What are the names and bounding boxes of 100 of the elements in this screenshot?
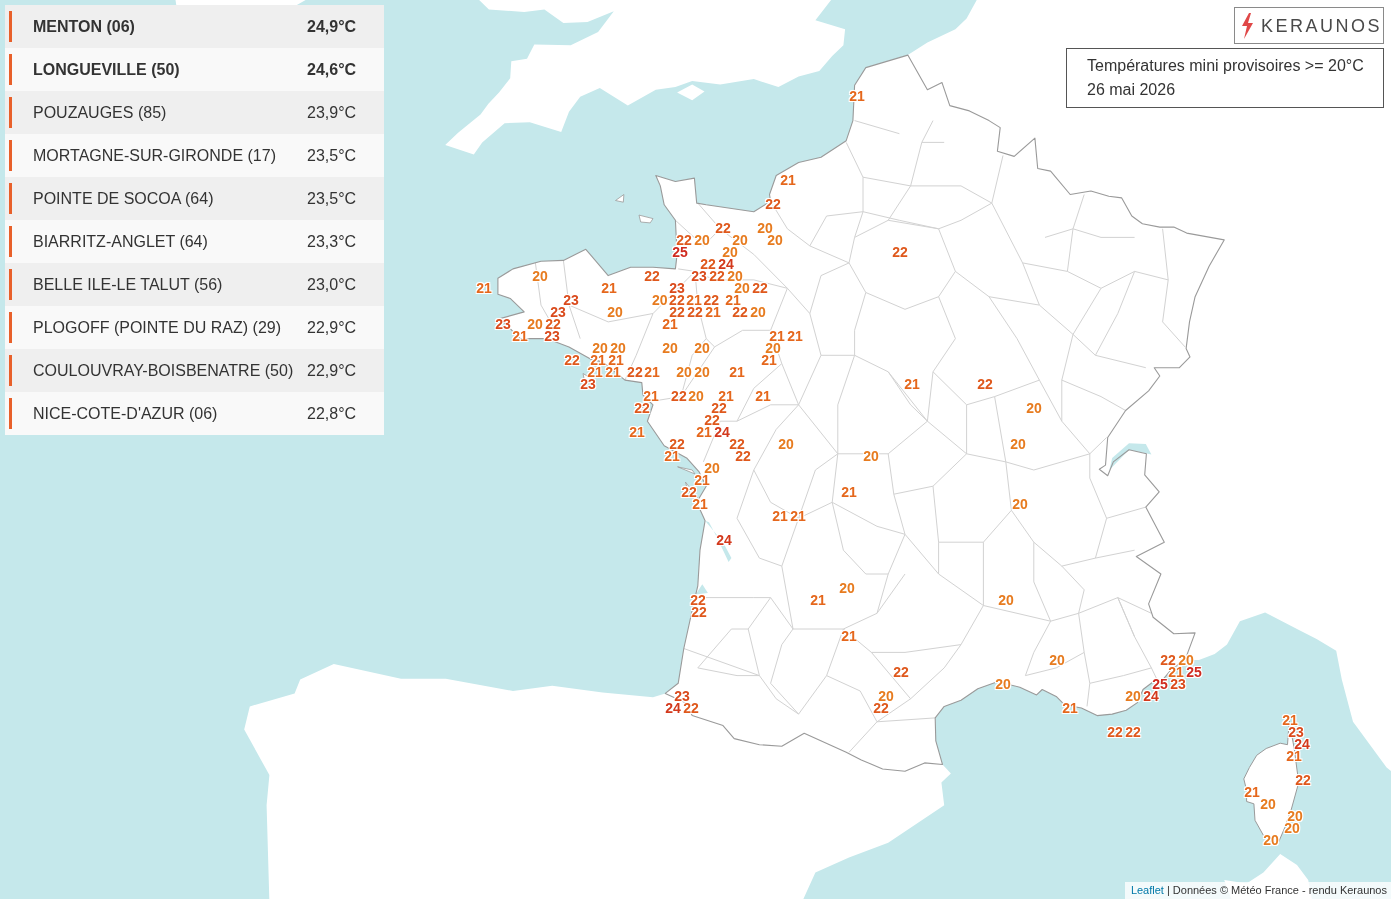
temperature-label: 21 bbox=[696, 426, 712, 438]
temperature-label: 20 bbox=[722, 246, 738, 258]
temperature-label: 20 bbox=[839, 582, 855, 594]
station-temperature: 23,5°C bbox=[307, 145, 357, 166]
temperature-label: 21 bbox=[718, 390, 734, 402]
temperature-label: 21 bbox=[1282, 714, 1298, 726]
temperature-label: 21 bbox=[692, 498, 708, 510]
temperature-label: 22 bbox=[564, 354, 580, 366]
station-name: MORTAGNE-SUR-GIRONDE (17) bbox=[33, 145, 277, 166]
station-temperature: 22,8°C bbox=[307, 403, 357, 424]
legend-title: Températures mini provisoires >= 20°C bbox=[1087, 56, 1364, 76]
station-temperature: 23,3°C bbox=[307, 231, 357, 252]
temperature-label: 20 bbox=[878, 690, 894, 702]
temperature-label: 22 bbox=[977, 378, 993, 390]
station-temperature: 23,5°C bbox=[307, 188, 357, 209]
temperature-label: 22 bbox=[703, 294, 719, 306]
station-name: NICE-COTE-D'AZUR (06) bbox=[33, 403, 219, 424]
temperature-label: 24 bbox=[718, 258, 734, 270]
temperature-label: 22 bbox=[700, 258, 716, 270]
temperature-label: 20 bbox=[732, 234, 748, 246]
temperature-label: 21 bbox=[787, 330, 803, 342]
accent-bar-icon bbox=[9, 54, 12, 85]
temperature-label: 21 bbox=[694, 474, 710, 486]
temperature-label: 20 bbox=[1010, 438, 1026, 450]
temperature-label: 21 bbox=[629, 426, 645, 438]
temperature-label: 22 bbox=[715, 222, 731, 234]
accent-bar-icon bbox=[9, 97, 12, 128]
temperature-label: 21 bbox=[772, 510, 788, 522]
temperature-label: 22 bbox=[893, 666, 909, 678]
temperature-label: 20 bbox=[778, 438, 794, 450]
temperature-label: 20 bbox=[527, 318, 543, 330]
temperature-label: 21 bbox=[1062, 702, 1078, 714]
accent-bar-icon bbox=[9, 355, 12, 386]
station-temperature: 22,9°C bbox=[307, 317, 357, 338]
temperature-label: 20 bbox=[676, 366, 692, 378]
temperature-label: 22 bbox=[687, 306, 703, 318]
temperature-label: 21 bbox=[705, 306, 721, 318]
accent-bar-icon bbox=[9, 11, 12, 42]
temperature-label: 20 bbox=[694, 366, 710, 378]
temperature-label: 21 bbox=[841, 630, 857, 642]
temperature-label: 22 bbox=[669, 306, 685, 318]
temperature-label: 20 bbox=[1125, 690, 1141, 702]
temperature-label: 20 bbox=[694, 234, 710, 246]
accent-bar-icon bbox=[9, 226, 12, 257]
temperature-label: 20 bbox=[694, 342, 710, 354]
temperature-label: 22 bbox=[729, 438, 745, 450]
temperature-label: 22 bbox=[644, 270, 660, 282]
temperature-label: 22 bbox=[669, 438, 685, 450]
station-name: POINTE DE SOCOA (64) bbox=[33, 188, 215, 209]
temperature-label: 21 bbox=[841, 486, 857, 498]
station-temperature: 24,6°C bbox=[307, 59, 357, 80]
temperature-label: 22 bbox=[671, 390, 687, 402]
temperature-label: 20 bbox=[1026, 402, 1042, 414]
temperature-label: 20 bbox=[1012, 498, 1028, 510]
temperature-label: 22 bbox=[1107, 726, 1123, 738]
temperature-label: 21 bbox=[904, 378, 920, 390]
station-name: POUZAUGES (85) bbox=[33, 102, 168, 123]
temperature-label: 22 bbox=[683, 702, 699, 714]
leaflet-link[interactable]: Leaflet bbox=[1130, 884, 1164, 896]
temperature-label: 20 bbox=[1287, 810, 1303, 822]
temperature-label: 20 bbox=[532, 270, 548, 282]
accent-bar-icon bbox=[9, 140, 12, 171]
temperature-label: 24 bbox=[716, 534, 732, 546]
temperature-label: 23 bbox=[1170, 678, 1186, 690]
temperature-label: 23 bbox=[495, 318, 511, 330]
temperature-label: 22 bbox=[1160, 654, 1176, 666]
accent-bar-icon bbox=[9, 269, 12, 300]
temperature-label: 22 bbox=[681, 486, 697, 498]
temperature-label: 21 bbox=[761, 354, 777, 366]
station-name: BELLE ILE-LE TALUT (56) bbox=[33, 274, 224, 295]
temperature-label: 20 bbox=[652, 294, 668, 306]
temperature-label: 22 bbox=[691, 606, 707, 618]
lightning-icon bbox=[1241, 12, 1254, 39]
temperature-label: 23 bbox=[669, 282, 685, 294]
temperature-label: 22 bbox=[709, 270, 725, 282]
station-name: BIARRITZ-ANGLET (64) bbox=[33, 231, 209, 252]
temperature-label: 21 bbox=[644, 366, 660, 378]
temperature-label: 23 bbox=[1288, 726, 1304, 738]
temperature-label: 22 bbox=[634, 402, 650, 414]
temperature-label: 21 bbox=[849, 90, 865, 102]
station-temperature: 23,0°C bbox=[307, 274, 357, 295]
temperature-label: 23 bbox=[580, 378, 596, 390]
temperature-label: 21 bbox=[780, 174, 796, 186]
temperature-label: 20 bbox=[1263, 834, 1279, 846]
station-temperature: 23,9°C bbox=[307, 102, 357, 123]
temperature-label: 22 bbox=[627, 366, 643, 378]
attribution-text: Leaflet | Données © Météo France - rendu Keraunos bbox=[1130, 885, 1387, 896]
temperature-label: 25 bbox=[672, 246, 688, 258]
temperature-label: 23 bbox=[544, 330, 560, 342]
temperature-label: 20 bbox=[727, 270, 743, 282]
temperature-label: 25 bbox=[1152, 678, 1168, 690]
legend-date: 26 mai 2026 bbox=[1087, 80, 1176, 100]
temperature-label: 22 bbox=[752, 282, 768, 294]
station-name: PLOGOFF (POINTE DU RAZ) (29) bbox=[33, 317, 282, 338]
temperature-label: 21 bbox=[725, 294, 741, 306]
temperature-label: 22 bbox=[892, 246, 908, 258]
temperature-label: 20 bbox=[610, 342, 626, 354]
station-name: MENTON (06) bbox=[33, 16, 136, 37]
temperature-label: 22 bbox=[711, 402, 727, 414]
temperature-label: 21 bbox=[1168, 666, 1184, 678]
